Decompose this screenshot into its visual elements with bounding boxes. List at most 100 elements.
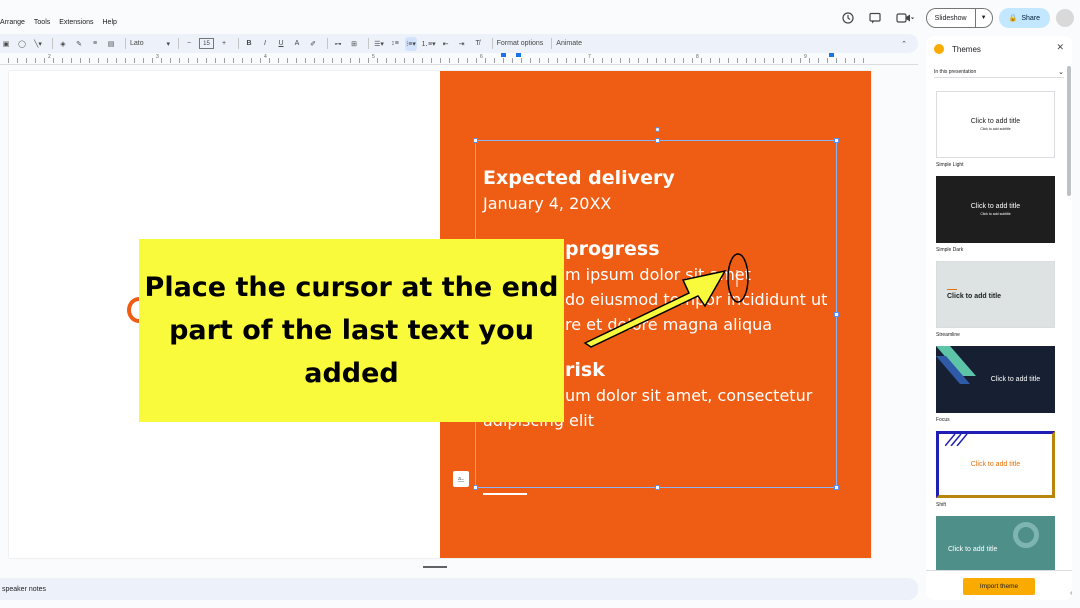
menu-items: Arrange Tools Extensions Help <box>0 19 126 26</box>
themes-header: Themes <box>926 36 1072 62</box>
divider <box>491 38 493 49</box>
ruler-number: 8 <box>696 54 699 60</box>
image-icon[interactable]: ▣ <box>0 37 12 51</box>
resize-handle[interactable] <box>834 138 839 143</box>
ruler-number: 3 <box>156 54 159 60</box>
bulleted-list-icon[interactable]: ⁝≡▾ <box>405 36 417 51</box>
history-icon[interactable] <box>839 9 857 27</box>
accent-line <box>947 289 957 290</box>
theme-simple-dark[interactable]: Click to add title Click to add subtitle… <box>936 176 1055 253</box>
border-color-icon[interactable]: ✎ <box>73 37 85 51</box>
highlight-icon[interactable]: ✐ <box>307 37 319 51</box>
shape-icon[interactable]: ◯ <box>16 37 28 51</box>
share-button[interactable]: 🔒 Share <box>998 8 1050 28</box>
collapse-toolbar-chevron-up-icon[interactable]: ⌃ <box>898 37 910 51</box>
notes-resize-handle[interactable] <box>423 566 447 568</box>
decrease-indent-icon[interactable]: ⇤ <box>440 37 452 51</box>
comments-icon[interactable] <box>866 9 884 27</box>
header-actions: Slideshow ▼ 🔒 Share <box>839 6 1080 30</box>
rotate-handle[interactable] <box>655 127 660 132</box>
chevron-down-icon: ▾ <box>166 40 170 48</box>
close-icon[interactable]: ✕ <box>1056 42 1064 53</box>
indent-marker[interactable] <box>516 53 521 57</box>
chevron-down-icon: ⌄ <box>1058 68 1064 76</box>
menu-tools[interactable]: Tools <box>34 19 50 26</box>
theme-preview-title: Click to add title <box>970 203 1021 210</box>
themes-source-select[interactable]: In this presentation ⌄ <box>934 66 1064 78</box>
share-label: Share <box>1021 14 1040 22</box>
increase-font-icon[interactable]: + <box>218 37 230 51</box>
font-size-input[interactable]: 15 <box>199 38 214 49</box>
resize-handle[interactable] <box>834 485 839 490</box>
italic-icon[interactable]: I <box>259 37 271 51</box>
font-select[interactable]: Lato ▾ <box>130 37 170 51</box>
ruler-number: 9 <box>804 54 807 60</box>
heading-delivery: Expected delivery <box>483 167 675 189</box>
resize-handle[interactable] <box>473 138 478 143</box>
avatar[interactable] <box>1056 9 1074 27</box>
fill-color-icon[interactable]: ◈ <box>57 37 69 51</box>
divider <box>551 38 553 49</box>
text-color-icon[interactable]: A <box>291 37 303 51</box>
slideshow-options-chevron-down-icon[interactable]: ▼ <box>975 8 993 28</box>
alt-text-icon[interactable]: ⎁ <box>453 471 469 487</box>
border-dash-icon[interactable]: ▤ <box>105 37 117 51</box>
increase-indent-icon[interactable]: ⇥ <box>456 37 468 51</box>
theme-preview-subtitle: Click to add subtitle <box>980 212 1011 216</box>
format-options-button[interactable]: Format options <box>497 37 544 51</box>
menu-bar: Arrange Tools Extensions Help Slideshow … <box>0 0 1080 34</box>
speaker-notes[interactable]: speaker notes <box>0 578 918 600</box>
resize-handle[interactable] <box>655 485 660 490</box>
clear-formatting-icon[interactable]: T̸ <box>472 37 484 51</box>
indent-marker[interactable] <box>501 53 506 57</box>
decorative-stripes <box>936 346 976 384</box>
palette-icon <box>934 44 944 54</box>
ruler-number: 4 <box>264 54 267 60</box>
bold-icon[interactable]: B <box>243 37 255 51</box>
divider <box>327 38 328 49</box>
menu-arrange[interactable]: Arrange <box>0 19 25 26</box>
ruler-number: 6 <box>480 54 483 60</box>
slideshow-button[interactable]: Slideshow <box>925 8 976 28</box>
theme-preview-title: Click to add title <box>970 461 1021 468</box>
menu-help[interactable]: Help <box>103 19 117 26</box>
line-icon[interactable]: ╲▾ <box>32 37 44 51</box>
ruler: 2 3 4 5 6 7 8 9 <box>0 53 918 65</box>
ruler-number: 7 <box>588 54 591 60</box>
link-icon[interactable]: ⊶ <box>332 37 344 51</box>
animate-button[interactable]: Animate <box>556 37 582 51</box>
accent-underline <box>483 493 527 495</box>
divider <box>125 38 126 49</box>
themes-footer: Import theme <box>926 570 1072 600</box>
decorative-circle <box>1013 522 1039 548</box>
ruler-number: 5 <box>372 54 375 60</box>
resize-handle[interactable] <box>834 312 839 317</box>
line-spacing-icon[interactable]: ↕≡ <box>389 37 401 51</box>
numbered-list-icon[interactable]: ⒈≡▾ <box>421 37 436 51</box>
underline-icon[interactable]: U <box>275 37 287 51</box>
theme-thumbnail: Click to add title Click to add subtitle <box>936 91 1055 158</box>
scrollbar[interactable] <box>1067 66 1071 196</box>
theme-shift[interactable]: Click to add title Shift <box>936 431 1055 508</box>
chevron-left-icon[interactable]: ‹ <box>1070 590 1080 602</box>
border-weight-icon[interactable]: ≡ <box>89 37 101 51</box>
font-name: Lato <box>130 40 144 47</box>
right-indent-marker[interactable] <box>829 53 834 57</box>
theme-streamline[interactable]: Click to add title Streamline <box>936 261 1055 338</box>
theme-preview-title: Click to add title <box>970 118 1021 125</box>
theme-thumbnail: Click to add title <box>936 346 1055 413</box>
divider <box>178 38 179 49</box>
theme-focus[interactable]: Click to add title Focus <box>936 346 1055 423</box>
decrease-font-icon[interactable]: − <box>183 37 195 51</box>
theme-simple-light[interactable]: Click to add title Click to add subtitle… <box>936 91 1055 168</box>
theme-preview-title: Click to add title <box>948 546 998 553</box>
menu-extensions[interactable]: Extensions <box>59 19 93 26</box>
decorative-stripes <box>945 434 968 446</box>
resize-handle[interactable] <box>473 485 478 490</box>
comment-add-icon[interactable]: ⊞ <box>348 37 360 51</box>
video-call-icon[interactable] <box>893 9 917 27</box>
resize-handle[interactable] <box>655 138 660 143</box>
import-theme-button[interactable]: Import theme <box>963 578 1035 595</box>
align-icon[interactable]: ☰▾ <box>373 37 385 51</box>
theme-preview-subtitle: Click to add subtitle <box>980 127 1011 131</box>
